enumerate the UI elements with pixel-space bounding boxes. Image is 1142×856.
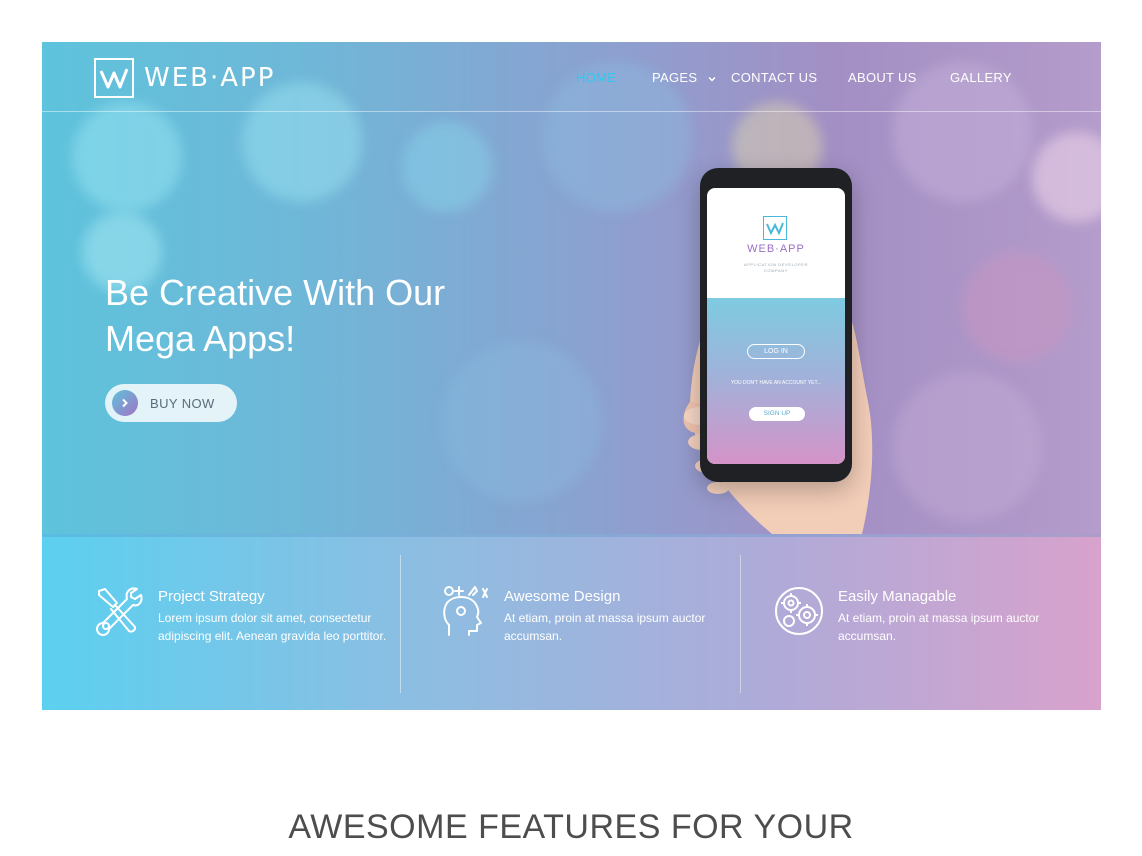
feature-divider — [740, 555, 741, 693]
feature-text: Lorem ipsum dolor sit amet, consectetur … — [158, 611, 387, 643]
hero-section: WEB·APP HOME PAGES CONTACT US ABOUT US G… — [42, 42, 1101, 534]
feature-title: Project Strategy — [158, 588, 265, 605]
phone-signup-button: SIGN UP — [749, 407, 805, 421]
phone-account-note: YOU DON'T HAVE AN ACCOUNT YET... — [730, 380, 822, 386]
bokeh-light — [892, 372, 1042, 522]
feature-title: Awesome Design — [504, 588, 621, 605]
wrench-screwdriver-icon — [96, 587, 143, 636]
phone-login-button: LOG IN — [747, 344, 805, 359]
phone-tagline-line2: COMPANY — [763, 268, 789, 273]
feature-title: Easily Managable — [838, 588, 957, 605]
bokeh-light — [962, 252, 1072, 362]
bokeh-light — [402, 122, 492, 212]
hero-title: Be Creative With Our Mega Apps! — [105, 270, 525, 362]
hero-title-line1: Be Creative With Our — [105, 272, 446, 313]
chevron-right-icon — [112, 390, 138, 416]
phone-tagline-line1: APPLICATION DEVELOPER — [743, 262, 809, 267]
section-heading: AWESOME FEATURES FOR YOUR — [288, 808, 854, 846]
app-logo-icon — [763, 216, 787, 240]
feature-text: At etiam, proin at massa ipsum auctor ac… — [838, 611, 1040, 643]
top-navbar: WEB·APP HOME PAGES CONTACT US ABOUT US G… — [42, 42, 1101, 112]
brand-logo[interactable]: WEB·APP — [94, 58, 275, 98]
logo-mark-icon — [94, 58, 134, 98]
feature-divider — [400, 555, 401, 693]
nav-home[interactable]: HOME — [576, 70, 616, 85]
nav-gallery[interactable]: GALLERY — [950, 70, 1012, 85]
nav-contact-us[interactable]: CONTACT US — [731, 70, 817, 85]
hero-title-line2: Mega Apps! — [105, 318, 296, 359]
brand-name: WEB·APP — [144, 63, 276, 93]
gears-globe-icon — [775, 587, 823, 635]
features-strip: Project Strategy Lorem ipsum dolor sit a… — [42, 534, 1101, 710]
feature-text: At etiam, proin at massa ipsum auctor ac… — [504, 611, 706, 643]
buy-now-button[interactable]: BUY NOW — [105, 384, 237, 422]
phone-tagline: APPLICATION DEVELOPER COMPANY — [707, 262, 845, 274]
phone-mockup: WEB·APP APPLICATION DEVELOPER COMPANY LO… — [700, 168, 852, 482]
phone-brand: WEB·APP — [747, 243, 805, 255]
bokeh-light — [72, 102, 182, 212]
phone-screen: WEB·APP APPLICATION DEVELOPER COMPANY LO… — [707, 188, 845, 464]
nav-about-us[interactable]: ABOUT US — [848, 70, 917, 85]
chevron-down-icon — [708, 76, 716, 82]
bokeh-light — [1032, 132, 1101, 222]
nav-pages[interactable]: PAGES — [652, 70, 717, 85]
buy-now-label: BUY NOW — [150, 395, 215, 411]
bokeh-light — [442, 342, 602, 502]
nav-pages-label: PAGES — [652, 70, 698, 85]
creative-head-icon — [443, 586, 488, 636]
